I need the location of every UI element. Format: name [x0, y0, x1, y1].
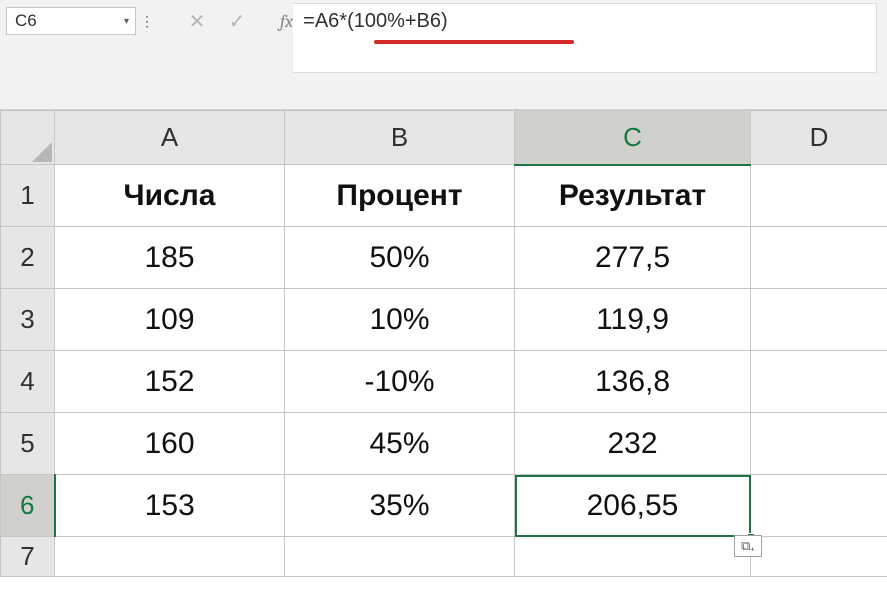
row-5: 5 160 45% 232 — [1, 413, 887, 475]
cancel-icon[interactable]: ✕ — [186, 9, 208, 34]
cell-C1[interactable]: Результат — [515, 165, 751, 227]
column-header-row: A B C D — [1, 111, 887, 165]
row-header-4[interactable]: 4 — [1, 351, 55, 413]
cell-A4[interactable]: 152 — [55, 351, 285, 413]
formula-bar-row: C6 ▾ ⋮ ✕ ✓ fx =A6*(100%+B6) — [0, 0, 887, 36]
cell-A3[interactable]: 109 — [55, 289, 285, 351]
cell-C7[interactable] — [515, 537, 751, 577]
cell-C6[interactable]: 206,55 — [515, 475, 751, 537]
formula-bar-area: C6 ▾ ⋮ ✕ ✓ fx =A6*(100%+B6) — [0, 0, 887, 110]
formula-input[interactable]: =A6*(100%+B6) — [293, 3, 877, 73]
cell-C5[interactable]: 232 — [515, 413, 751, 475]
cell-D5[interactable] — [751, 413, 887, 475]
annotation-underline — [374, 40, 574, 44]
row-header-6[interactable]: 6 — [1, 475, 55, 537]
fx-icon[interactable]: fx — [280, 11, 293, 32]
cell-A2[interactable]: 185 — [55, 227, 285, 289]
cell-D6[interactable] — [751, 475, 887, 537]
row-2: 2 185 50% 277,5 — [1, 227, 887, 289]
cell-D7[interactable] — [751, 537, 887, 577]
row-4: 4 152 -10% 136,8 — [1, 351, 887, 413]
cell-A6[interactable]: 153 — [55, 475, 285, 537]
row-header-7[interactable]: 7 — [1, 537, 55, 577]
cell-B3[interactable]: 10% — [285, 289, 515, 351]
cell-D1[interactable] — [751, 165, 887, 227]
select-all-corner[interactable] — [1, 111, 55, 165]
col-header-A[interactable]: A — [55, 111, 285, 165]
cell-B2[interactable]: 50% — [285, 227, 515, 289]
cell-D3[interactable] — [751, 289, 887, 351]
cell-D2[interactable] — [751, 227, 887, 289]
cell-B4[interactable]: -10% — [285, 351, 515, 413]
cell-C4[interactable]: 136,8 — [515, 351, 751, 413]
grid-table: A B C D 1 Числа Процент Результат 2 185 … — [0, 110, 887, 577]
spreadsheet-grid: A B C D 1 Числа Процент Результат 2 185 … — [0, 110, 887, 577]
name-box[interactable]: C6 ▾ — [6, 7, 136, 35]
cell-A5[interactable]: 160 — [55, 413, 285, 475]
cell-B1[interactable]: Процент — [285, 165, 515, 227]
autofill-options-icon[interactable]: ⧉₊ — [734, 535, 762, 557]
col-header-B[interactable]: B — [285, 111, 515, 165]
cell-A1[interactable]: Числа — [55, 165, 285, 227]
cell-C6-value: 206,55 — [587, 489, 679, 522]
row-3: 3 109 10% 119,9 — [1, 289, 887, 351]
row-header-3[interactable]: 3 — [1, 289, 55, 351]
formula-bar-buttons: ✕ ✓ fx — [186, 9, 293, 34]
row-6: 6 153 35% 206,55 — [1, 475, 887, 537]
col-header-D[interactable]: D — [751, 111, 887, 165]
name-box-menu-icon[interactable]: ⋮ — [136, 7, 158, 35]
cell-B7[interactable] — [285, 537, 515, 577]
col-header-C[interactable]: C — [515, 111, 751, 165]
row-header-5[interactable]: 5 — [1, 413, 55, 475]
cell-B5[interactable]: 45% — [285, 413, 515, 475]
formula-text: =A6*(100%+B6) — [303, 10, 448, 32]
cell-C2[interactable]: 277,5 — [515, 227, 751, 289]
row-header-1[interactable]: 1 — [1, 165, 55, 227]
row-1: 1 Числа Процент Результат — [1, 165, 887, 227]
enter-icon[interactable]: ✓ — [226, 9, 248, 34]
cell-D4[interactable] — [751, 351, 887, 413]
cell-A7[interactable] — [55, 537, 285, 577]
cell-C3[interactable]: 119,9 — [515, 289, 751, 351]
row-header-2[interactable]: 2 — [1, 227, 55, 289]
dropdown-icon[interactable]: ▾ — [124, 16, 129, 27]
cell-B6[interactable]: 35% — [285, 475, 515, 537]
name-box-value: C6 — [15, 11, 37, 31]
